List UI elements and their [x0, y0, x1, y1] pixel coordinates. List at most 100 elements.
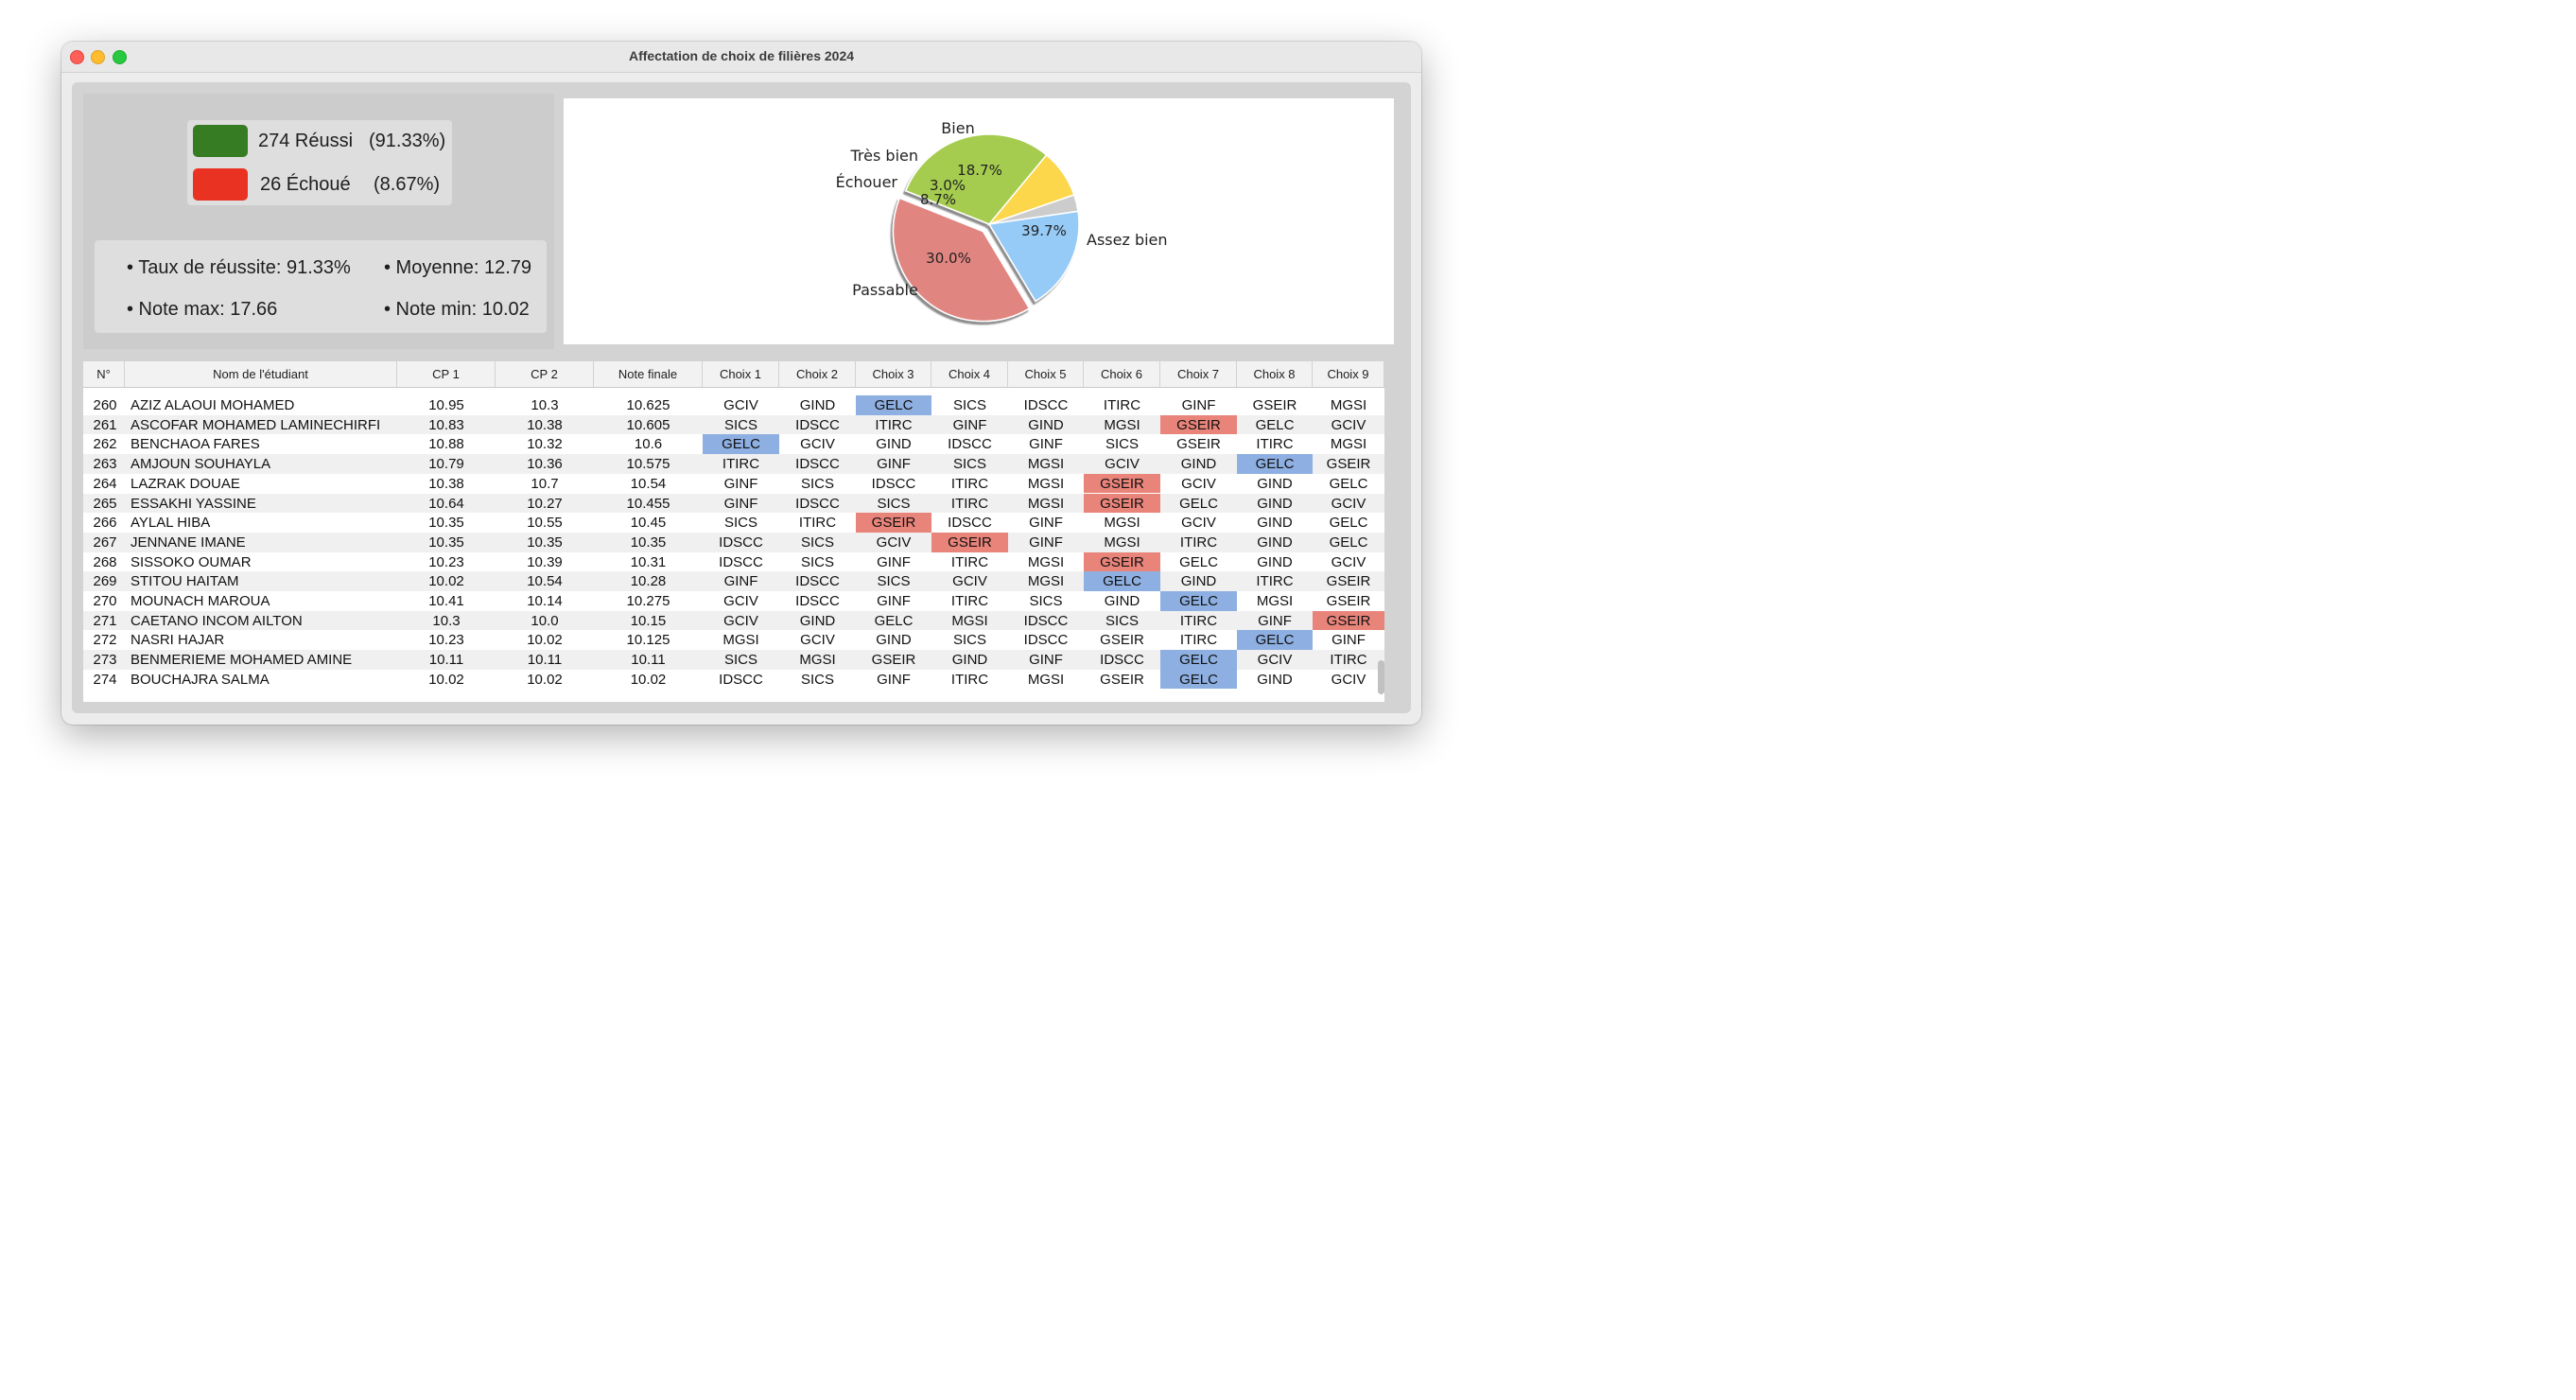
column-header[interactable]: CP 1: [397, 361, 496, 387]
table-cell: GELC: [1160, 669, 1237, 690]
table-cell: ITIRC: [950, 475, 989, 492]
table-cell: GIND: [1257, 515, 1293, 532]
table-cell: MGSI: [1330, 436, 1367, 453]
column-header[interactable]: Choix 9: [1313, 361, 1384, 387]
table-cell: 10.41: [428, 593, 464, 609]
table-cell: GSEIR: [1326, 593, 1371, 609]
table-cell: 10.625: [626, 397, 670, 413]
summary-panel: 274 Réussi (91.33%) 26 Échoué (8.67%) • …: [83, 94, 554, 349]
table-cell: 10.64: [428, 495, 464, 512]
table-cell: 264: [93, 475, 117, 492]
table-row[interactable]: 266 AYLAL HIBA 10.35 10.55 10.45 SICS ITIRC GSE…: [83, 513, 1384, 533]
table-cell: GELC: [1237, 454, 1313, 474]
column-header[interactable]: Choix 5: [1008, 361, 1084, 387]
table-cell: BENCHAOA FARES: [131, 436, 260, 453]
legend-label-echoue: 26 Échoué: [260, 174, 351, 195]
column-header[interactable]: Note finale: [594, 361, 703, 387]
table-cell: GSEIR: [1326, 456, 1371, 473]
table-row[interactable]: 268 SISSOKO OUMAR 10.23 10.39 10.31 IDSCC SICS…: [83, 551, 1384, 572]
table-cell: SISSOKO OUMAR: [131, 553, 252, 570]
table-cell: 267: [93, 534, 117, 551]
table-cell: GINF: [1181, 397, 1216, 413]
table-row[interactable]: 267 JENNANE IMANE 10.35 10.35 10.35 IDSCC SICS…: [83, 532, 1384, 552]
table-row[interactable]: 263 AMJOUN SOUHAYLA 10.79 10.36 10.575 ITIRC I…: [83, 454, 1384, 474]
stats-box: • Taux de réussite: 91.33% • Moyenne: 12…: [95, 240, 547, 333]
table-cell: GINF: [877, 553, 911, 570]
table-cell: GINF: [1258, 612, 1292, 629]
table-cell: GINF: [877, 456, 911, 473]
table-row[interactable]: 273 BENMERIEME MOHAMED AMINE 10.11 10.11 10.…: [83, 650, 1384, 670]
table-cell: 269: [93, 573, 117, 590]
table-cell: 10.88: [428, 436, 464, 453]
table-cell: MGSI: [1104, 515, 1140, 532]
table-cell: GELC: [1329, 515, 1368, 532]
table-cell: GIND: [1180, 456, 1217, 473]
column-header[interactable]: Choix 4: [931, 361, 1008, 387]
table-cell: 10.11: [428, 652, 464, 669]
table-cell: 10.275: [626, 593, 670, 609]
table-row[interactable]: 261 ASCOFAR MOHAMED LAMINECHIRFI 10.83 10.3…: [83, 414, 1384, 435]
column-header[interactable]: Nom de l'étudiant: [125, 361, 397, 387]
table-cell: GSEIR: [1313, 610, 1384, 631]
table-cell: GSEIR: [1084, 493, 1160, 514]
column-header[interactable]: Choix 7: [1160, 361, 1237, 387]
table-cell: MGSI: [1027, 495, 1065, 512]
table-row[interactable]: 274 BOUCHAJRA SALMA 10.02 10.02 10.02 IDSCC SI…: [83, 669, 1384, 690]
column-header[interactable]: N°: [83, 361, 125, 387]
table-cell: GIND: [1257, 475, 1293, 492]
table-cell: SICS: [723, 416, 757, 433]
table-cell: GCIV: [1105, 456, 1140, 473]
table-cell: IDSCC: [1023, 632, 1069, 649]
column-header[interactable]: Choix 1: [703, 361, 779, 387]
table-cell: 10.455: [626, 495, 670, 512]
table-cell: SICS: [1105, 436, 1139, 453]
stat-taux-reussite: • Taux de réussite: 91.33%: [127, 257, 351, 278]
table-row[interactable]: 264 LAZRAK DOUAE 10.38 10.7 10.54 GINF SICS IDS…: [83, 473, 1384, 494]
table-cell: 10.3: [432, 612, 461, 629]
table-cell: 274: [93, 671, 117, 688]
table-cell: GELC: [703, 434, 779, 455]
table-cell: ITIRC: [1179, 534, 1218, 551]
table-cell: ITIRC: [1330, 652, 1367, 669]
table-cell: GIND: [799, 612, 836, 629]
table-row[interactable]: 271 CAETANO INCOM AILTON 10.3 10.0 10.15 GCIV…: [83, 610, 1384, 631]
table-cell: 10.79: [428, 456, 464, 473]
table-cell: GCIV: [723, 593, 758, 609]
table-cell: 270: [93, 593, 117, 609]
table-cell: SICS: [952, 456, 986, 473]
legend-swatch-echoue: [193, 168, 248, 201]
table-cell: ITIRC: [798, 515, 837, 532]
table-cell: ITIRC: [950, 495, 989, 512]
table-cell: SICS: [877, 573, 911, 590]
table-cell: GINF: [1029, 652, 1063, 669]
column-header[interactable]: Choix 6: [1084, 361, 1160, 387]
vertical-scrollbar[interactable]: [1378, 660, 1384, 694]
table-cell: IDSCC: [795, 416, 840, 433]
table-cell: 10.02: [527, 671, 563, 688]
table-cell: 261: [93, 416, 117, 433]
table-cell: ITIRC: [950, 553, 989, 570]
table-row[interactable]: 272 NASRI HAJAR 10.23 10.02 10.125 MGSI GCIV GI…: [83, 630, 1384, 651]
table-cell: 10.575: [626, 456, 670, 473]
table-row[interactable]: 260 AZIZ ALAOUI MOHAMED 10.95 10.3 10.625 GCI…: [83, 395, 1384, 415]
table-cell: 10.3: [531, 397, 559, 413]
table-row[interactable]: 269 STITOU HAITAM 10.02 10.54 10.28 GINF IDSCC…: [83, 571, 1384, 591]
table-cell: 10.45: [630, 515, 667, 532]
table-cell: GCIV: [800, 632, 835, 649]
column-header[interactable]: CP 2: [496, 361, 594, 387]
table-cell: IDSCC: [871, 475, 916, 492]
column-header[interactable]: Choix 8: [1237, 361, 1313, 387]
table-cell: IDSCC: [719, 671, 763, 688]
pie-slice-label: Bien: [941, 119, 974, 137]
table-cell: 260: [93, 397, 117, 413]
table-row[interactable]: 270 MOUNACH MAROUA 10.41 10.14 10.275 GCIV IDS…: [83, 591, 1384, 611]
table-cell: MGSI: [1027, 573, 1065, 590]
column-header[interactable]: Choix 3: [856, 361, 931, 387]
table-cell: GINF: [1029, 436, 1063, 453]
table-cell: GELC: [1179, 553, 1218, 570]
table-row[interactable]: 265 ESSAKHI YASSINE 10.64 10.27 10.455 GINF ID…: [83, 493, 1384, 514]
table-row[interactable]: 262 BENCHAOA FARES 10.88 10.32 10.6 GELC GCIV G…: [83, 434, 1384, 455]
column-header[interactable]: Choix 2: [779, 361, 856, 387]
table-cell: 10.38: [428, 475, 464, 492]
table-cell: MGSI: [1330, 397, 1367, 413]
